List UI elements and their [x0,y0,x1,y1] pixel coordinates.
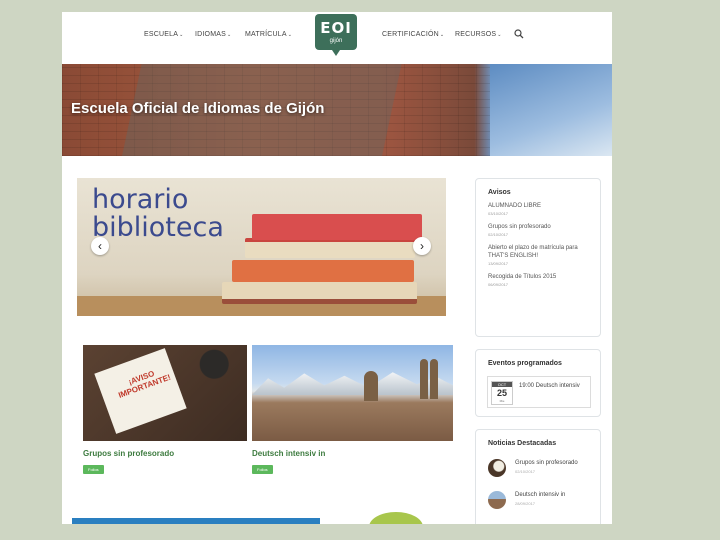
eventos-panel: Eventos programados OCT 25 Mie 19:00 Deu… [475,349,601,417]
noticias-title: Noticias Destacadas [488,440,557,447]
chevron-down-icon: ⌄ [439,32,445,38]
noticias-panel: Noticias Destacadas Grupos sin profesora… [475,429,601,524]
footer-banner [72,518,320,524]
news-card-image[interactable]: ¡AVISO IMPORTANTE! [83,345,247,441]
noticia-thumbnail[interactable] [488,459,506,477]
slide-book [222,282,417,304]
noticia-item[interactable]: Deutsch intensiv in 28/09/2017 [488,490,598,516]
slide-book [252,214,422,240]
noticia-thumbnail[interactable] [488,491,506,509]
noticia-title[interactable]: Deutsch intensiv in [515,492,565,498]
chevron-down-icon: ⌄ [179,32,184,38]
nav-matricula[interactable]: Matrícula⌄ [245,31,292,38]
aviso-title[interactable]: ALUMNADO LIBRE [488,202,596,210]
noticia-date: 02/10/2017 [515,469,536,474]
aviso-date: 02/10/2017 [488,232,509,237]
aviso-date: 13/09/2017 [488,261,509,266]
chevron-right-icon: › [420,239,424,253]
aviso-item[interactable]: Recogida de Títulos 2015 06/09/2017 [488,273,596,288]
noticia-item[interactable]: Grupos sin profesorado 02/10/2017 [488,458,598,484]
city-tower [430,359,438,399]
aviso-date: 03/10/2017 [488,211,509,216]
hero-banner: Escuela Oficial de Idiomas de Gijón [62,64,612,156]
event-day: 25 [496,388,507,398]
nav-idiomas-label: Idiomas [195,31,226,38]
slide-book [245,238,415,258]
event-item[interactable]: OCT 25 Mie 19:00 Deutsch intensiv [487,376,591,408]
news-card[interactable]: Deutsch intensiv in Folios [252,345,453,476]
chevron-left-icon: ‹ [98,239,102,253]
news-card-tag[interactable]: Folios [252,465,273,474]
nav-escuela-label: Escuela [144,31,179,38]
calendar-icon: OCT 25 Mie [491,381,513,405]
news-card-title[interactable]: Grupos sin profesorado [83,449,247,458]
aviso-title[interactable]: Grupos sin profesorado [488,223,596,231]
nav-recursos-label: Recursos [455,31,497,38]
hero-sky [490,64,612,156]
nav-recursos[interactable]: Recursos⌄ [455,31,502,38]
logo-text: EOI [320,19,352,37]
image-slider[interactable]: horario biblioteca ‹ › [77,178,446,316]
event-text[interactable]: 19:00 Deutsch intensiv [519,383,580,389]
aviso-item[interactable]: Grupos sin profesorado 02/10/2017 [488,223,596,238]
news-card-tag[interactable]: Folios [83,465,104,474]
noticia-date: 28/09/2017 [515,501,536,506]
slider-prev-button[interactable]: ‹ [91,237,109,255]
nav-certificacion[interactable]: Certificación⌄ [382,31,444,38]
nav-matricula-label: Matrícula [245,31,287,38]
navbar: Escuela⌄ Idiomas⌄ Matrícula⌄ EOI gijón C… [62,12,612,64]
city-tower [420,359,428,399]
slide-book [232,260,414,282]
chevron-down-icon: ⌄ [497,32,502,38]
slider-next-button[interactable]: › [413,237,431,255]
aviso-item[interactable]: ALUMNADO LIBRE 03/10/2017 [488,202,596,217]
hero-title: Escuela Oficial de Idiomas de Gijón [71,100,325,117]
nav-idiomas[interactable]: Idiomas⌄ [195,31,231,38]
slide-caption-line1: horario [92,184,189,215]
news-card-image[interactable] [252,345,453,441]
avisos-title: Avisos [488,189,511,196]
event-weekday: Mie [499,399,505,403]
news-card[interactable]: ¡AVISO IMPORTANTE! Grupos sin profesorad… [83,345,247,476]
logo-subtext: gijón [329,38,343,44]
nav-certificacion-label: Certificación [382,31,439,38]
eventos-title: Eventos programados [488,360,562,367]
chevron-down-icon: ⌄ [287,32,293,38]
search-icon[interactable] [514,29,524,39]
city-tower [364,371,378,401]
aviso-date: 06/09/2017 [488,282,509,287]
aviso-item[interactable]: Abierto el plazo de matrícula para THAT'… [488,244,596,267]
noticia-title[interactable]: Grupos sin profesorado [515,460,578,466]
aviso-title[interactable]: Abierto el plazo de matrícula para THAT'… [488,244,596,260]
nav-escuela[interactable]: Escuela⌄ [144,31,183,38]
footer-badge [369,512,423,524]
chevron-down-icon: ⌄ [226,32,232,38]
slide-caption-line2: biblioteca [92,212,224,243]
aviso-title[interactable]: Recogida de Títulos 2015 [488,273,596,281]
avisos-panel: Avisos ALUMNADO LIBRE 03/10/2017 Grupos … [475,178,601,337]
slide-caption: horario biblioteca [92,186,224,242]
page: Escuela⌄ Idiomas⌄ Matrícula⌄ EOI gijón C… [62,12,612,524]
news-card-title[interactable]: Deutsch intensiv in [252,449,453,458]
eoi-logo[interactable]: EOI gijón [315,14,357,56]
